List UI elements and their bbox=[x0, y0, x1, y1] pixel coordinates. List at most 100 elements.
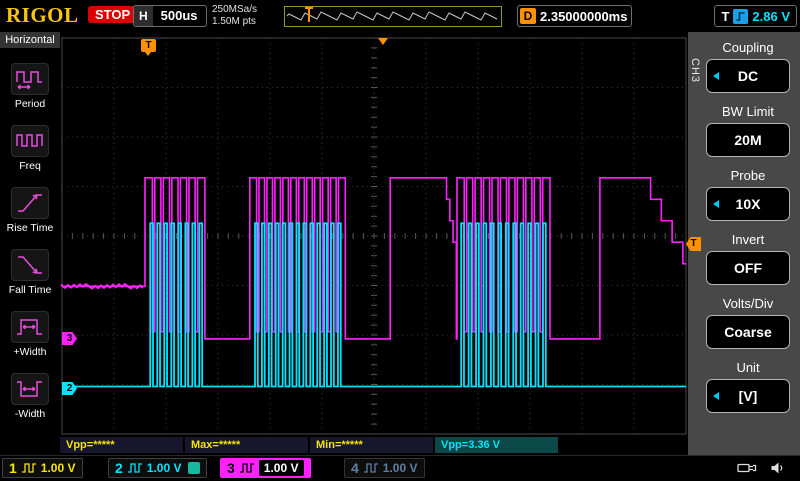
channel-scale: 1.00 V bbox=[40, 461, 76, 475]
measure-item-label: Period bbox=[14, 98, 46, 110]
menu-value-text: OFF bbox=[734, 260, 762, 276]
center-position-icon bbox=[378, 38, 388, 45]
measurement-bar: Vpp=***** Max=***** Min=***** Vpp=3.36 V bbox=[60, 437, 688, 453]
speaker-icon[interactable] bbox=[770, 461, 786, 480]
channel-4-block[interactable]: 4 1.00 V bbox=[344, 458, 425, 478]
menu-value-text: 20M bbox=[734, 132, 762, 148]
h-label: H bbox=[134, 6, 153, 26]
timebase-value: 500us bbox=[160, 8, 198, 23]
center-axis-ticks bbox=[61, 37, 687, 435]
menu-item-value[interactable]: OFF bbox=[706, 251, 790, 285]
channel-status-bar: 1 1.00 V 2 1.00 V 3 1.00 V 4 1.00 V bbox=[0, 455, 800, 481]
sample-rate: 250MSa/s bbox=[212, 4, 258, 15]
menu-item-title: Coupling bbox=[722, 40, 774, 55]
measure-item-label: Rise Time bbox=[6, 222, 54, 234]
menu-item-title: Probe bbox=[730, 168, 766, 183]
menu-value-text: DC bbox=[737, 68, 759, 84]
menu-value-text: Coarse bbox=[724, 324, 772, 340]
measurement-max-ch1[interactable]: Max=***** bbox=[185, 437, 308, 453]
trigger-position-flag[interactable]: T bbox=[141, 39, 156, 56]
coupling-icon bbox=[127, 462, 143, 474]
menu-item-title: BW Limit bbox=[722, 104, 774, 119]
delay-readout: D 2.35000000ms bbox=[517, 5, 633, 27]
menu-channel-tab: CH3 bbox=[689, 58, 701, 84]
top-status-bar: RIGOL STOP H 500us 250MSa/s 1.50M pts D … bbox=[0, 0, 800, 32]
measure-item-label: +Width bbox=[13, 346, 47, 358]
preview-trace bbox=[286, 11, 498, 21]
menu-item-invert[interactable]: Invert OFF bbox=[706, 232, 790, 285]
channel-number: 4 bbox=[351, 460, 359, 476]
plus-width-icon bbox=[11, 311, 49, 343]
left-arrow-icon bbox=[713, 200, 719, 208]
memory-depth: 1.50M pts bbox=[212, 16, 256, 27]
run-state-badge[interactable]: STOP bbox=[88, 6, 138, 23]
measure-item-rise-time[interactable]: Rise Time bbox=[0, 187, 60, 234]
menu-item-volts-div[interactable]: Volts/Div Coarse bbox=[706, 296, 790, 349]
menu-item-value[interactable]: DC bbox=[706, 59, 790, 93]
channel-number: 2 bbox=[115, 460, 123, 476]
measure-item-period[interactable]: Period bbox=[0, 63, 60, 110]
horizontal-timebase-group[interactable]: H 500us bbox=[133, 5, 207, 27]
delay-badge: D bbox=[520, 8, 536, 24]
menu-value-text: [V] bbox=[738, 388, 758, 404]
menu-items: Coupling DC BW Limit 20M Probe 10X Inver… bbox=[706, 40, 790, 424]
menu-item-value[interactable]: Coarse bbox=[706, 315, 790, 349]
coupling-icon bbox=[363, 462, 379, 474]
measure-item-label: Fall Time bbox=[8, 284, 52, 296]
channel-number: 1 bbox=[9, 460, 17, 476]
trigger-level-value: 2.86 V bbox=[752, 8, 790, 24]
left-arrow-icon bbox=[713, 392, 719, 400]
channel-scale: 1.00 V bbox=[258, 460, 304, 476]
period-icon bbox=[11, 63, 49, 95]
softkey-menu: CH3 Coupling DC BW Limit 20M Probe 10X I… bbox=[688, 32, 800, 455]
preview-trigger-marker[interactable] bbox=[305, 7, 313, 26]
menu-item-unit[interactable]: Unit [V] bbox=[706, 360, 790, 413]
trigger-label: T bbox=[721, 8, 730, 24]
rise-time-icon bbox=[11, 187, 49, 219]
measure-item-fall-time[interactable]: Fall Time bbox=[0, 249, 60, 296]
menu-item-title: Unit bbox=[736, 360, 760, 375]
menu-item-value[interactable]: 20M bbox=[706, 123, 790, 157]
measure-item-neg-width[interactable]: -Width bbox=[0, 373, 60, 420]
channel-2-block[interactable]: 2 1.00 V bbox=[108, 458, 207, 478]
menu-item-value[interactable]: [V] bbox=[706, 379, 790, 413]
measurement-min-ch1[interactable]: Min=***** bbox=[310, 437, 433, 453]
menu-item-probe[interactable]: Probe 10X bbox=[706, 168, 790, 221]
waveform-display bbox=[60, 37, 687, 435]
menu-value-text: 10X bbox=[735, 196, 761, 212]
measure-item-label: -Width bbox=[14, 408, 46, 420]
measurement-vpp-ch2[interactable]: Vpp=3.36 V bbox=[435, 437, 558, 453]
menu-item-bw-limit[interactable]: BW Limit 20M bbox=[706, 104, 790, 157]
coupling-icon bbox=[21, 462, 37, 474]
preview-waveform bbox=[286, 11, 498, 21]
measure-item-pos-width[interactable]: +Width bbox=[0, 311, 60, 358]
usb-icon bbox=[737, 461, 757, 480]
menu-item-value[interactable]: 10X bbox=[706, 187, 790, 221]
channel-scale: 1.00 V bbox=[146, 461, 182, 475]
acquisition-info: 250MSa/s 1.50M pts bbox=[212, 4, 257, 28]
graticule-area: T 3 2 bbox=[60, 32, 688, 436]
measure-sidebar-title: Horizontal bbox=[0, 32, 60, 48]
measure-item-label: Freq bbox=[19, 160, 41, 172]
left-arrow-icon bbox=[713, 72, 719, 80]
fall-time-icon bbox=[11, 249, 49, 281]
menu-item-title: Volts/Div bbox=[722, 296, 774, 311]
trigger-readout: T 2.86 V bbox=[714, 5, 797, 27]
measurement-vpp-ch1[interactable]: Vpp=***** bbox=[60, 437, 183, 453]
channel-number: 3 bbox=[227, 460, 235, 476]
minus-width-icon bbox=[11, 373, 49, 405]
freq-icon bbox=[11, 125, 49, 157]
measure-item-freq[interactable]: Freq bbox=[0, 125, 60, 172]
coupling-icon bbox=[239, 462, 255, 474]
channel-1-block[interactable]: 1 1.00 V bbox=[2, 458, 83, 478]
channel-3-block[interactable]: 3 1.00 V bbox=[220, 458, 311, 478]
memory-waveform-preview[interactable] bbox=[284, 6, 502, 27]
rigol-logo: RIGOL bbox=[6, 3, 79, 27]
trigger-slope-icon bbox=[733, 8, 749, 24]
measure-sidebar: Horizontal Period Freq Rise Time Fall Ti… bbox=[0, 32, 60, 455]
channel-scale: 1.00 V bbox=[382, 461, 418, 475]
menu-item-coupling[interactable]: Coupling DC bbox=[706, 40, 790, 93]
menu-item-title: Invert bbox=[731, 232, 765, 247]
delay-value: 2.35000000ms bbox=[540, 8, 628, 24]
ch2-badge-icon bbox=[187, 462, 200, 474]
